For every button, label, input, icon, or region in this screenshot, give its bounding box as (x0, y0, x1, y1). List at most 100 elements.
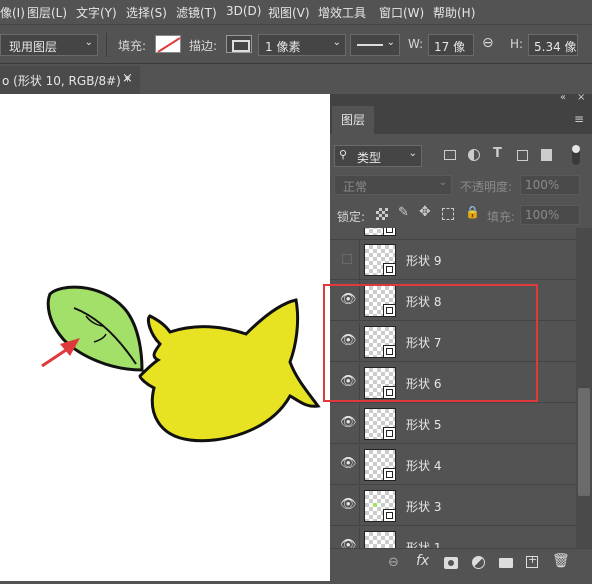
visibility-toggle[interactable]: 👁 (334, 445, 360, 485)
lock-transparent-icon[interactable] (376, 208, 388, 220)
canvas[interactable] (0, 94, 330, 581)
vector-mask-icon (383, 228, 396, 236)
fx-icon[interactable]: fx (416, 553, 429, 569)
annotation-highlight (323, 284, 538, 402)
width-field[interactable]: 17 像 (428, 34, 474, 56)
thumbnail-mark (373, 503, 377, 507)
menu-image[interactable]: 像(I) (0, 4, 25, 21)
lock-all-icon[interactable]: 🔒 (465, 205, 480, 219)
vector-mask-icon (383, 263, 396, 276)
layer-row-partial[interactable] (330, 228, 576, 240)
stroke-type-select[interactable]: ⌄ (350, 34, 400, 56)
layer-row[interactable]: 形状 9 (330, 240, 576, 280)
filter-kind-select[interactable]: ⚲ 类型 ⌄ (334, 145, 422, 167)
blend-mode-select[interactable]: 正常 ⌄ (334, 175, 452, 195)
filter-toggle[interactable] (572, 145, 580, 165)
width-label: W: (408, 37, 424, 51)
menu-filter[interactable]: 滤镜(T) (176, 4, 217, 21)
layer-name: 形状 3 (406, 500, 442, 514)
collapse-icon[interactable]: « (560, 92, 566, 103)
lock-move-icon[interactable]: ✥ (419, 204, 431, 220)
visibility-toggle[interactable] (334, 240, 360, 280)
height-field[interactable]: 5.34 像 (528, 34, 578, 56)
leaf-shape (46, 285, 144, 372)
layer-thumbnail (364, 449, 396, 481)
filter-adjustment-icon[interactable] (468, 149, 480, 161)
fill-swatch[interactable] (155, 35, 181, 53)
line-style-icon (357, 44, 383, 46)
panel-menu-icon[interactable]: ≡ (574, 112, 584, 126)
menu-help[interactable]: 帮助(H) (433, 4, 475, 21)
filter-shape-icon[interactable] (517, 150, 528, 161)
eye-icon: 👁 (340, 415, 357, 430)
plus-icon: + (528, 553, 538, 566)
width-value: 17 像 (434, 40, 466, 54)
stroke-label: 描边: (189, 39, 218, 53)
fill-opacity-label: 填充: (487, 210, 516, 224)
fill-opacity-field[interactable]: 100% (520, 205, 580, 225)
stroke-swatch[interactable] (226, 35, 252, 53)
eye-icon: 👁 (340, 497, 357, 512)
link-layers-icon[interactable]: ⊖ (388, 555, 399, 570)
hidden-eye-box-icon (342, 254, 352, 264)
vector-mask-icon (383, 427, 396, 440)
menu-3d[interactable]: 3D(D) (226, 4, 261, 18)
pointer-arrow-line (41, 348, 67, 368)
opacity-label: 不透明度: (460, 180, 513, 194)
lock-brush-icon[interactable]: ✎ (398, 205, 409, 220)
document-tab[interactable]: o (形状 10, RGB/8#) * × (0, 66, 140, 94)
layer-row[interactable]: 👁 形状 4 (330, 445, 576, 485)
stroke-width-field[interactable]: 1 像素 ⌄ (258, 34, 346, 56)
trash-icon[interactable]: 🗑 (552, 553, 570, 569)
menu-select[interactable]: 选择(S) (126, 4, 167, 21)
menu-bar: 像(I) 图层(L) 文字(Y) 选择(S) 滤镜(T) 3D(D) 视图(V)… (0, 0, 592, 24)
layer-thumbnail (364, 244, 396, 276)
folder-icon[interactable] (499, 558, 513, 568)
add-mask-icon[interactable] (444, 557, 458, 569)
eye-icon: 👁 (340, 456, 357, 471)
menu-type[interactable]: 文字(Y) (76, 4, 117, 21)
filter-type-icon[interactable]: T (493, 146, 502, 161)
lock-label: 锁定: (337, 210, 366, 224)
chevron-down-icon: ⌄ (84, 37, 93, 48)
lemon-shape (138, 298, 321, 443)
sample-layer-value: 现用图层 (9, 40, 58, 54)
close-icon[interactable]: × (122, 71, 133, 86)
layer-thumbnail (364, 408, 396, 440)
menu-layer[interactable]: 图层(L) (27, 4, 67, 21)
tab-layers[interactable]: 图层 (332, 106, 374, 134)
lock-artboard-icon[interactable] (442, 208, 454, 220)
link-icon[interactable]: ⊖ (482, 35, 494, 51)
visibility-toggle[interactable]: 👁 (334, 486, 360, 526)
vector-mask-icon (383, 509, 396, 522)
chevron-down-icon: ⌄ (332, 37, 341, 48)
menu-view[interactable]: 视图(V) (268, 4, 310, 21)
layer-row[interactable]: 👁 形状 1 (330, 527, 576, 548)
filter-smart-object-icon[interactable] (541, 149, 552, 161)
mask-hole (448, 560, 454, 566)
visibility-toggle[interactable]: 👁 (334, 527, 360, 548)
fill-label: 填充: (118, 39, 147, 53)
visibility-toggle[interactable]: 👁 (334, 404, 360, 444)
scrollbar-thumb[interactable] (578, 388, 590, 496)
layer-name: 形状 9 (406, 254, 442, 268)
adjustment-layer-icon[interactable] (472, 556, 485, 569)
layer-name: 形状 1 (406, 541, 442, 548)
vector-mask-icon (383, 468, 396, 481)
close-panel-icon[interactable]: × (577, 92, 585, 103)
layer-name: 形状 5 (406, 418, 442, 432)
opacity-value: 100% (525, 178, 560, 192)
eye-icon: 👁 (340, 538, 357, 548)
menu-plugins[interactable]: 增效工具 (318, 4, 366, 21)
sample-layer-select[interactable]: 现用图层 ⌄ (0, 34, 98, 56)
artwork (41, 285, 321, 443)
filter-pixel-icon[interactable] (444, 150, 456, 160)
chevron-down-icon: ⌄ (386, 37, 395, 48)
new-layer-icon[interactable]: + (526, 553, 538, 568)
menu-window[interactable]: 窗口(W) (379, 4, 424, 21)
filter-toggle-knob (572, 145, 580, 153)
opacity-field[interactable]: 100% (520, 175, 580, 195)
fill-opacity-value: 100% (525, 208, 560, 222)
layer-row[interactable]: 👁 形状 5 (330, 404, 576, 444)
layer-row[interactable]: 👁 形状 3 (330, 486, 576, 526)
